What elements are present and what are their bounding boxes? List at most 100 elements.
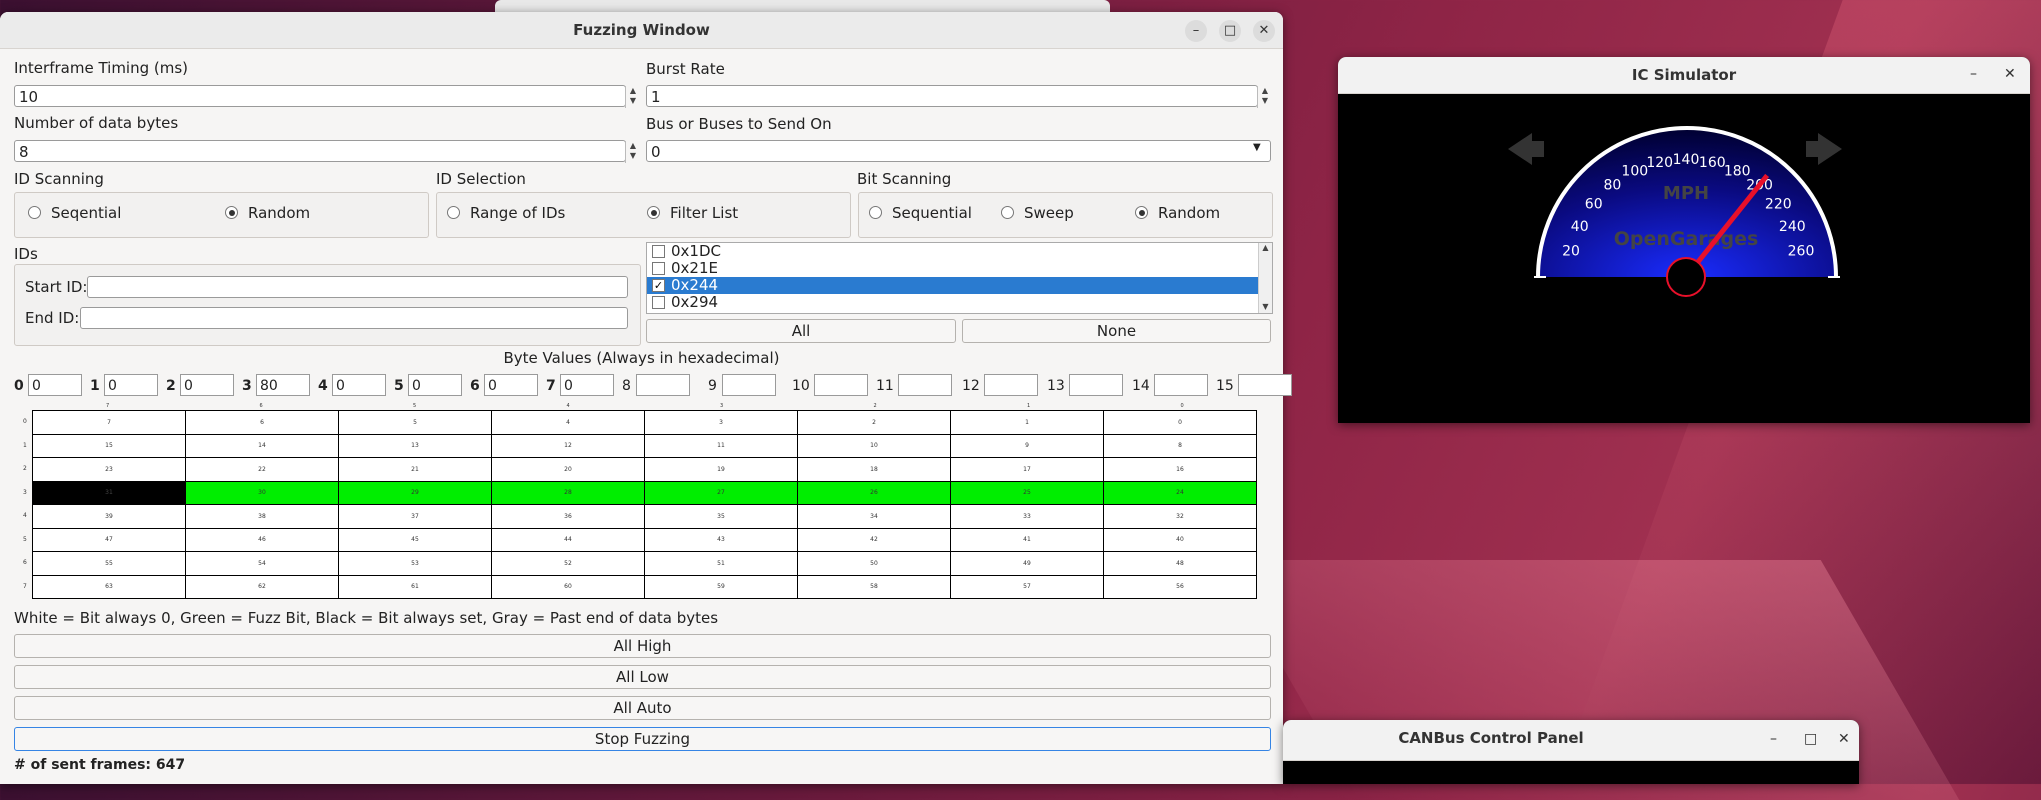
list-item[interactable]: 0x1DC [647, 243, 1272, 260]
byte-value-input[interactable] [814, 374, 868, 396]
byte-value-input[interactable] [636, 374, 690, 396]
bit-scan-sequential-radio[interactable]: Sequential [869, 204, 972, 222]
bit-cell[interactable]: 8 [1103, 433, 1257, 458]
bit-cell[interactable]: 13 [338, 433, 492, 458]
id-filter-list[interactable]: 0x1DC 0x21E ✓ 0x244 0x294 ▲ ▼ [646, 242, 1273, 314]
bit-cell[interactable]: 27 [644, 480, 798, 505]
bit-cell[interactable]: 5 [338, 410, 492, 435]
bit-cell[interactable]: 0 [1103, 410, 1257, 435]
id-scan-sequential-radio[interactable]: Seqential [28, 204, 121, 222]
bit-cell[interactable]: 52 [491, 551, 645, 576]
bit-cell[interactable]: 49 [950, 551, 1104, 576]
bit-scan-random-radio[interactable]: Random [1135, 204, 1220, 222]
bit-cell[interactable]: 28 [491, 480, 645, 505]
maximize-icon[interactable]: □ [1804, 731, 1817, 747]
all-high-button[interactable]: All High [14, 634, 1271, 658]
bit-cell[interactable]: 25 [950, 480, 1104, 505]
bit-cell[interactable]: 50 [797, 551, 951, 576]
bit-cell[interactable]: 31 [32, 480, 186, 505]
bit-cell[interactable]: 14 [185, 433, 339, 458]
bit-cell[interactable]: 6 [185, 410, 339, 435]
byte-value-input[interactable]: 0 [180, 374, 234, 396]
bit-cell[interactable]: 34 [797, 504, 951, 529]
burst-spinner[interactable]: ▲ ▼ [1257, 86, 1272, 108]
bit-cell[interactable]: 38 [185, 504, 339, 529]
bit-cell[interactable]: 16 [1103, 457, 1257, 482]
bit-cell[interactable]: 11 [644, 433, 798, 458]
start-id-input[interactable] [87, 276, 628, 298]
bit-cell[interactable]: 53 [338, 551, 492, 576]
checkbox[interactable] [652, 262, 665, 275]
interframe-input[interactable]: 10 [14, 85, 626, 107]
bit-cell[interactable]: 40 [1103, 527, 1257, 552]
end-id-input[interactable] [80, 307, 628, 329]
bit-cell[interactable]: 43 [644, 527, 798, 552]
bit-cell[interactable]: 22 [185, 457, 339, 482]
select-all-button[interactable]: All [646, 319, 956, 343]
bit-cell[interactable]: 33 [950, 504, 1104, 529]
list-scrollbar[interactable]: ▲ ▼ [1258, 243, 1272, 313]
bit-cell[interactable]: 44 [491, 527, 645, 552]
bit-cell[interactable]: 3 [644, 410, 798, 435]
burst-input[interactable]: 1 [646, 85, 1258, 107]
select-none-button[interactable]: None [962, 319, 1271, 343]
id-scan-random-radio[interactable]: Random [225, 204, 310, 222]
bit-cell[interactable]: 15 [32, 433, 186, 458]
bit-cell[interactable]: 39 [32, 504, 186, 529]
byte-value-input[interactable] [984, 374, 1038, 396]
byte-value-input[interactable] [898, 374, 952, 396]
bit-cell[interactable]: 42 [797, 527, 951, 552]
bit-cell[interactable]: 1 [950, 410, 1104, 435]
close-icon[interactable]: ✕ [1838, 731, 1850, 747]
bit-cell[interactable]: 51 [644, 551, 798, 576]
byte-value-input[interactable]: 0 [560, 374, 614, 396]
bit-cell[interactable]: 36 [491, 504, 645, 529]
byte-value-input[interactable]: 80 [256, 374, 310, 396]
byte-value-input[interactable] [722, 374, 776, 396]
bit-cell[interactable]: 17 [950, 457, 1104, 482]
bit-cell[interactable]: 19 [644, 457, 798, 482]
minimize-icon[interactable]: – [1185, 20, 1207, 42]
minimize-icon[interactable]: – [1970, 66, 1977, 82]
bit-cell[interactable]: 62 [185, 574, 339, 599]
checkbox[interactable] [652, 296, 665, 309]
id-select-range-radio[interactable]: Range of IDs [447, 204, 565, 222]
all-auto-button[interactable]: All Auto [14, 696, 1271, 720]
bit-cell[interactable]: 20 [491, 457, 645, 482]
bit-cell[interactable]: 58 [797, 574, 951, 599]
num-bytes-spinner[interactable]: ▲ ▼ [625, 141, 640, 163]
close-icon[interactable]: ✕ [1253, 20, 1275, 42]
byte-value-input[interactable]: 0 [484, 374, 538, 396]
bit-cell[interactable]: 37 [338, 504, 492, 529]
bit-cell[interactable]: 47 [32, 527, 186, 552]
bit-cell[interactable]: 26 [797, 480, 951, 505]
byte-value-input[interactable] [1238, 374, 1292, 396]
bit-cell[interactable]: 46 [185, 527, 339, 552]
list-item[interactable]: 0x21E [647, 260, 1272, 277]
bit-cell[interactable]: 41 [950, 527, 1104, 552]
bit-cell[interactable]: 57 [950, 574, 1104, 599]
bit-cell[interactable]: 10 [797, 433, 951, 458]
bit-cell[interactable]: 30 [185, 480, 339, 505]
bit-cell[interactable]: 24 [1103, 480, 1257, 505]
bit-cell[interactable]: 9 [950, 433, 1104, 458]
interframe-spinner[interactable]: ▲ ▼ [625, 86, 640, 108]
byte-value-input[interactable]: 0 [104, 374, 158, 396]
list-item[interactable]: ✓ 0x244 [647, 277, 1272, 294]
bit-cell[interactable]: 32 [1103, 504, 1257, 529]
bit-cell[interactable]: 18 [797, 457, 951, 482]
bit-cell[interactable]: 56 [1103, 574, 1257, 599]
bit-cell[interactable]: 4 [491, 410, 645, 435]
checkbox[interactable]: ✓ [652, 279, 665, 292]
byte-value-input[interactable] [1154, 374, 1208, 396]
bit-cell[interactable]: 29 [338, 480, 492, 505]
byte-value-input[interactable]: 0 [408, 374, 462, 396]
bit-cell[interactable]: 63 [32, 574, 186, 599]
byte-value-input[interactable]: 0 [332, 374, 386, 396]
num-bytes-input[interactable]: 8 [14, 140, 626, 162]
byte-value-input[interactable]: 0 [28, 374, 82, 396]
bit-cell[interactable]: 45 [338, 527, 492, 552]
list-item[interactable]: 0x294 [647, 294, 1272, 311]
close-icon[interactable]: ✕ [2004, 66, 2016, 82]
bus-select[interactable]: 0 [646, 140, 1271, 162]
